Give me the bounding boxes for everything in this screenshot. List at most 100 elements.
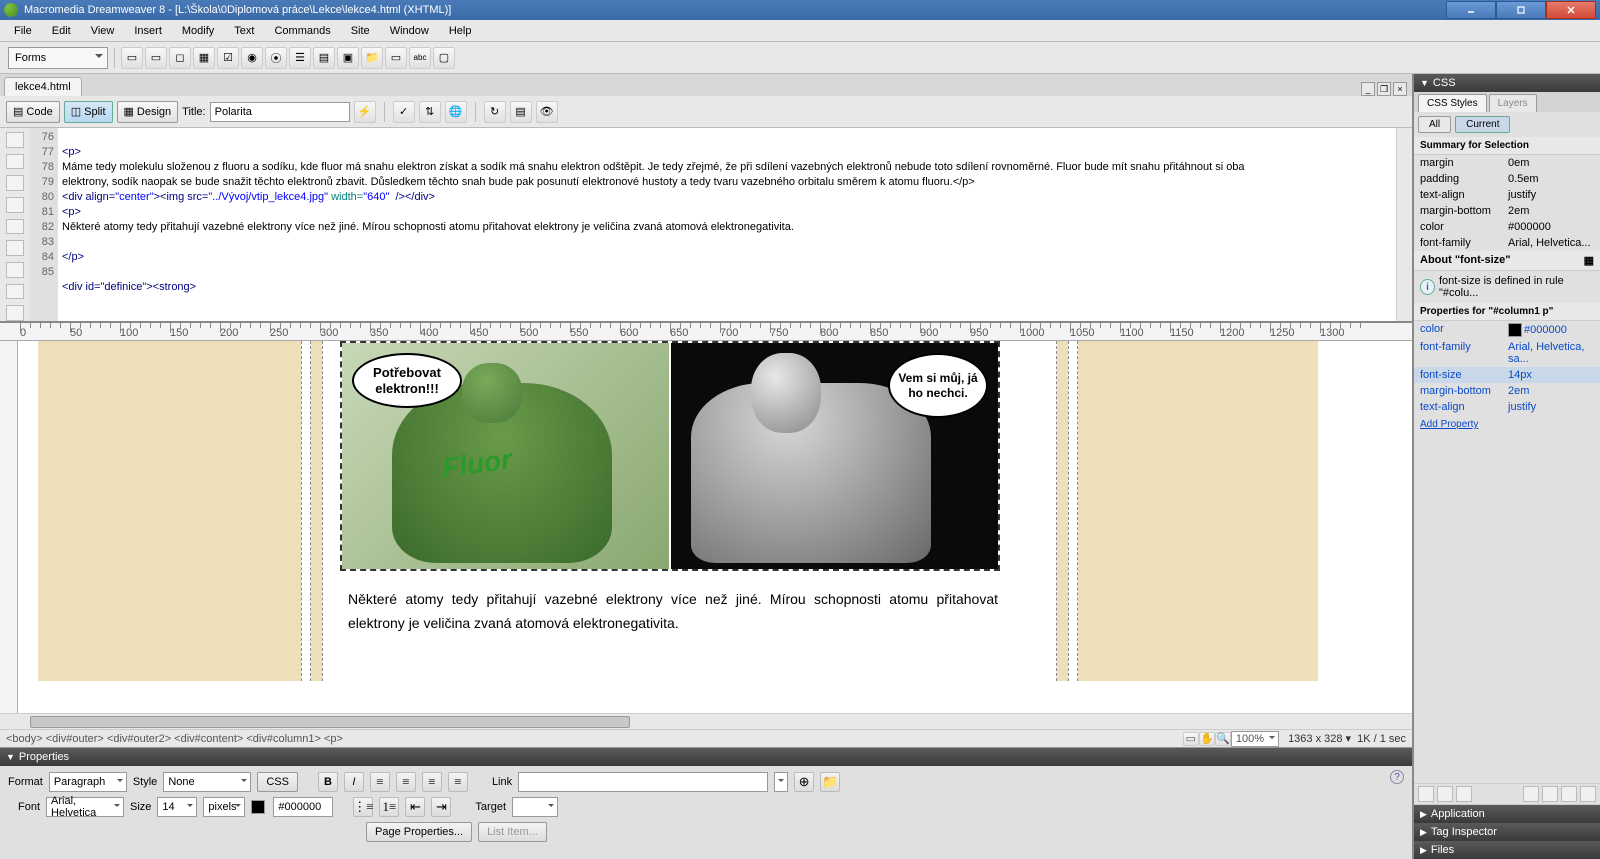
show-cascade-icon[interactable]: ▦ — [1584, 254, 1594, 267]
tab-layers[interactable]: Layers — [1489, 94, 1537, 112]
label-icon[interactable]: abc — [409, 47, 431, 69]
highlight-icon[interactable] — [6, 262, 24, 278]
align-center-icon[interactable]: ≡ — [396, 772, 416, 792]
doc-minimize-icon[interactable]: _ — [1361, 82, 1375, 96]
menu-window[interactable]: Window — [380, 22, 439, 40]
button-icon[interactable]: ▭ — [385, 47, 407, 69]
expand-icon[interactable] — [6, 175, 24, 191]
collapse-icon[interactable] — [6, 154, 24, 170]
attach-css-icon[interactable] — [1523, 786, 1539, 802]
link-input[interactable] — [518, 772, 768, 792]
select-tool-icon[interactable]: ▭ — [1183, 732, 1199, 746]
minimize-button[interactable] — [1446, 1, 1496, 19]
color-input[interactable]: #000000 — [273, 797, 333, 817]
help-icon[interactable]: ? — [1390, 770, 1404, 784]
ol-icon[interactable]: 1≡ — [379, 797, 399, 817]
point-to-file-icon[interactable]: ⊕ — [794, 772, 814, 792]
indent-icon[interactable]: ⇥ — [431, 797, 451, 817]
embedded-image[interactable]: Fluor Potřebovat elektron!!! Vem si můj,… — [340, 341, 1000, 571]
css-all-button[interactable]: All — [1418, 116, 1451, 133]
jump-icon[interactable]: ▤ — [313, 47, 335, 69]
property-row[interactable]: margin-bottom2em — [1414, 383, 1600, 399]
font-select[interactable]: Arial, Helvetica — [46, 797, 124, 817]
size-unit-select[interactable]: pixels — [203, 797, 245, 817]
summary-row[interactable]: padding0.5em — [1414, 171, 1600, 187]
target-select[interactable] — [512, 797, 558, 817]
insert-category-combo[interactable]: Forms — [8, 47, 108, 69]
summary-row[interactable]: margin-bottom2em — [1414, 203, 1600, 219]
form-icon[interactable]: ▭ — [121, 47, 143, 69]
hand-tool-icon[interactable]: ✋ — [1199, 732, 1215, 746]
new-rule-icon[interactable] — [1542, 786, 1558, 802]
menu-insert[interactable]: Insert — [124, 22, 172, 40]
doc-restore-icon[interactable]: ❐ — [1377, 82, 1391, 96]
checkbox-icon[interactable]: ☑ — [217, 47, 239, 69]
browse-icon[interactable]: 📁 — [820, 772, 840, 792]
zoom-tool-icon[interactable]: 🔍 — [1215, 732, 1231, 746]
property-row[interactable]: font-size14px — [1414, 367, 1600, 383]
application-panel-header[interactable]: ▶Application — [1414, 805, 1600, 823]
tag-inspector-panel-header[interactable]: ▶Tag Inspector — [1414, 823, 1600, 841]
menu-commands[interactable]: Commands — [264, 22, 340, 40]
apply-comment-icon[interactable] — [6, 305, 24, 321]
summary-row[interactable]: color#000000 — [1414, 219, 1600, 235]
format-select[interactable]: Paragraph — [49, 772, 127, 792]
tab-css-styles[interactable]: CSS Styles — [1418, 94, 1487, 112]
visual-aids-icon[interactable]: 👁 — [536, 101, 558, 123]
refresh-icon[interactable]: ↻ — [484, 101, 506, 123]
files-panel-header[interactable]: ▶Files — [1414, 841, 1600, 859]
paragraph-text[interactable]: Některé atomy tedy přitahují vazebné ele… — [348, 588, 998, 636]
image-field-icon[interactable]: ▣ — [337, 47, 359, 69]
add-property-link[interactable]: Add Property — [1414, 415, 1600, 434]
preview-icon[interactable]: 🌐 — [445, 101, 467, 123]
file-field-icon[interactable]: 📁 — [361, 47, 383, 69]
textarea-icon[interactable]: ▦ — [193, 47, 215, 69]
window-size[interactable]: 1363 x 328 ▾ — [1285, 732, 1351, 745]
textfield-icon[interactable]: ▭ — [145, 47, 167, 69]
horizontal-scrollbar[interactable] — [0, 713, 1412, 729]
properties-list[interactable]: color#000000font-familyArial, Helvetica,… — [1414, 321, 1600, 415]
list-item-button[interactable]: List Item... — [478, 822, 547, 842]
list-icon[interactable]: ☰ — [289, 47, 311, 69]
align-left-icon[interactable]: ≡ — [370, 772, 390, 792]
fieldset-icon[interactable]: ▢ — [433, 47, 455, 69]
size-select[interactable]: 14 — [157, 797, 197, 817]
align-right-icon[interactable]: ≡ — [422, 772, 442, 792]
syntax-icon[interactable] — [6, 284, 24, 300]
menu-edit[interactable]: Edit — [42, 22, 81, 40]
link-history[interactable] — [774, 772, 788, 792]
category-view-icon[interactable] — [1418, 786, 1434, 802]
hidden-icon[interactable]: ◻ — [169, 47, 191, 69]
italic-icon[interactable]: I — [344, 772, 364, 792]
radiogroup-icon[interactable]: ⦿ — [265, 47, 287, 69]
set-props-icon[interactable] — [1456, 786, 1472, 802]
ul-icon[interactable]: ⋮≡ — [353, 797, 373, 817]
menu-help[interactable]: Help — [439, 22, 482, 40]
properties-header[interactable]: ▼Properties — [0, 748, 1412, 766]
outdent-icon[interactable]: ⇤ — [405, 797, 425, 817]
select-parent-icon[interactable] — [6, 197, 24, 213]
code-scrollbar[interactable] — [1396, 128, 1412, 321]
page-props-button[interactable]: Page Properties... — [366, 822, 472, 842]
summary-row[interactable]: text-alignjustify — [1414, 187, 1600, 203]
menu-modify[interactable]: Modify — [172, 22, 224, 40]
title-input[interactable] — [210, 102, 350, 122]
tag-path[interactable]: <body> <div#outer> <div#outer2> <div#con… — [6, 733, 343, 745]
css-panel-header[interactable]: ▼CSS — [1414, 74, 1600, 92]
css-button[interactable]: CSS — [257, 772, 298, 792]
summary-list[interactable]: margin0empadding0.5emtext-alignjustifyma… — [1414, 155, 1600, 251]
validate-icon[interactable]: ✓ — [393, 101, 415, 123]
list-view-icon[interactable] — [1437, 786, 1453, 802]
open-docs-icon[interactable] — [6, 132, 24, 148]
style-select[interactable]: None — [163, 772, 251, 792]
menu-view[interactable]: View — [81, 22, 125, 40]
radio-icon[interactable]: ◉ — [241, 47, 263, 69]
menu-file[interactable]: File — [4, 22, 42, 40]
doc-close-icon[interactable]: × — [1393, 82, 1407, 96]
no-browser-check-icon[interactable]: ⚡ — [354, 101, 376, 123]
zoom-combo[interactable]: 100% — [1231, 731, 1279, 747]
doc-tab-lekce4[interactable]: lekce4.html — [4, 77, 82, 96]
design-view-button[interactable]: ▦ Design — [117, 101, 179, 123]
property-row[interactable]: text-alignjustify — [1414, 399, 1600, 415]
balance-icon[interactable] — [6, 219, 24, 235]
